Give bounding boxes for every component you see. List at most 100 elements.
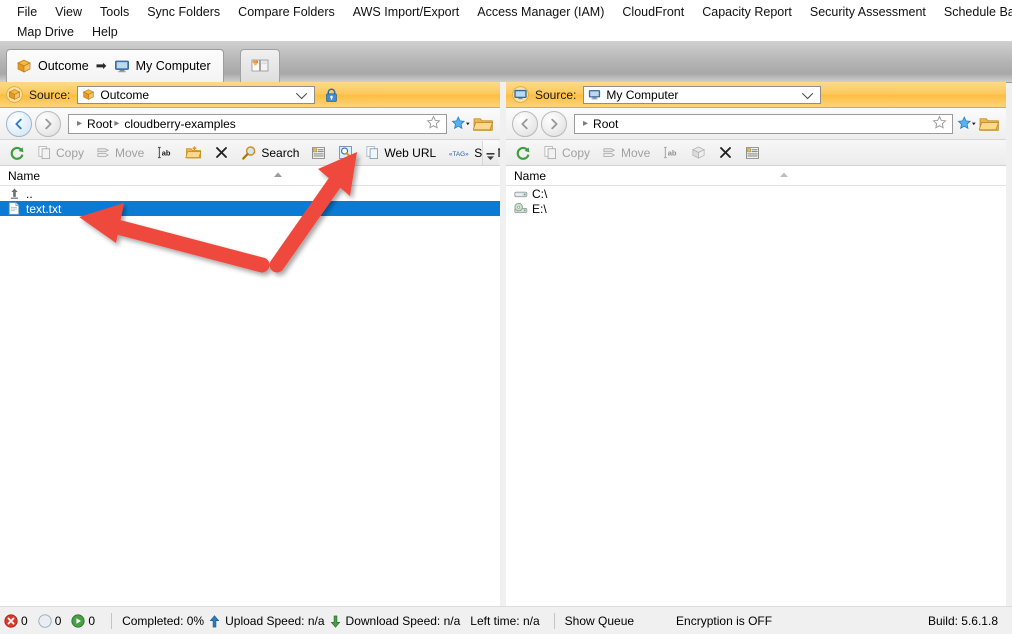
star-filled-icon: [957, 115, 976, 129]
refresh-icon: [10, 146, 24, 160]
status-pending[interactable]: 0: [38, 614, 68, 628]
left-favorites-button[interactable]: [451, 115, 471, 133]
new-tab-button[interactable]: [240, 49, 280, 82]
right-refresh-button[interactable]: [510, 141, 536, 164]
status-errors-count: 0: [21, 614, 28, 628]
status-upload-speed: Upload Speed: n/a: [225, 614, 325, 628]
status-encryption[interactable]: Encryption is OFF: [676, 614, 772, 628]
left-preview-button[interactable]: [333, 141, 358, 164]
list-item-label: ..: [26, 186, 33, 201]
properties-icon: [312, 146, 326, 159]
right-delete-button[interactable]: [713, 141, 738, 164]
back-arrow-icon: [15, 118, 22, 129]
list-item[interactable]: E:\: [506, 201, 1006, 216]
menu-item-capacity-report[interactable]: Capacity Report: [693, 3, 801, 22]
menu-item-view[interactable]: View: [46, 3, 91, 22]
left-address-bar: ▸ Root ▸ cloudberry-examples: [0, 108, 500, 140]
left-crumb-root[interactable]: Root: [87, 117, 112, 131]
bucket-icon: [16, 58, 32, 74]
move-icon: [97, 148, 109, 157]
left-search-button[interactable]: Search: [236, 141, 304, 164]
left-properties-button[interactable]: [306, 141, 331, 164]
right-copy-button[interactable]: Copy: [538, 141, 595, 164]
left-source-dropdown[interactable]: Outcome: [77, 85, 316, 104]
menu-item-cloudfront[interactable]: CloudFront: [613, 3, 693, 22]
left-column-name: Name: [8, 168, 41, 183]
left-move-button[interactable]: Move: [91, 141, 149, 164]
list-item-label: E:\: [532, 201, 547, 216]
right-back-button[interactable]: [512, 110, 538, 137]
menu-item-compare-folders[interactable]: Compare Folders: [229, 3, 344, 22]
left-refresh-button[interactable]: [4, 141, 30, 164]
star-filled-icon: [451, 115, 470, 129]
left-open-folder-button[interactable]: [473, 115, 494, 133]
left-list-header[interactable]: Name: [0, 166, 500, 186]
menu-row-1: File View Tools Sync Folders Compare Fol…: [0, 0, 1012, 22]
menu-item-sync-folders[interactable]: Sync Folders: [138, 3, 229, 22]
list-item-selected[interactable]: text.txt: [0, 201, 500, 216]
left-web-url-button[interactable]: Web URL: [360, 141, 441, 164]
list-item-label: C:\: [532, 186, 548, 201]
menu-item-help[interactable]: Help: [83, 23, 127, 42]
left-rename-button[interactable]: ab: [151, 141, 178, 164]
right-file-list[interactable]: C:\ E:\: [506, 186, 1006, 634]
lock-icon[interactable]: [324, 87, 339, 103]
show-queue-button[interactable]: Show Queue: [565, 614, 634, 628]
refresh-icon: [516, 146, 530, 160]
left-file-list[interactable]: .. text.txt: [0, 186, 500, 634]
hard-drive-icon: [514, 188, 530, 200]
status-completed: Completed: 0%: [122, 614, 205, 628]
right-rename-button[interactable]: ab: [657, 141, 684, 164]
status-errors[interactable]: 0: [4, 614, 34, 628]
right-move-button[interactable]: Move: [597, 141, 655, 164]
status-download-speed: Download Speed: n/a: [345, 614, 461, 628]
right-source-dropdown[interactable]: My Computer: [583, 85, 822, 104]
menu-item-map-drive[interactable]: Map Drive: [8, 23, 83, 42]
menu-bar: File View Tools Sync Folders Compare Fol…: [0, 0, 1012, 42]
left-web-url-label: Web URL: [384, 145, 437, 160]
menu-item-schedule-backup[interactable]: Schedule Backup: [935, 3, 1012, 22]
star-outline-icon[interactable]: [932, 114, 947, 133]
left-new-folder-button[interactable]: [180, 141, 207, 164]
right-list-header[interactable]: Name: [506, 166, 1006, 186]
rename-icon: ab: [664, 146, 677, 159]
tab-strip: Outcome ➡ My Computer: [0, 41, 1012, 83]
status-running-count: 0: [88, 614, 96, 628]
menu-item-aws-import-export[interactable]: AWS Import/Export: [344, 3, 469, 22]
new-folder-icon: [185, 146, 202, 159]
left-delete-button[interactable]: [209, 141, 234, 164]
left-search-label: Search: [261, 145, 300, 160]
right-favorites-button[interactable]: [957, 115, 977, 133]
right-toolbar: Copy Move ab: [506, 140, 1006, 166]
list-item[interactable]: ..: [0, 186, 500, 201]
tab-outcome-my-computer[interactable]: Outcome ➡ My Computer: [6, 49, 224, 82]
right-new-bucket-button[interactable]: [686, 141, 711, 164]
sort-ascending-icon: [778, 168, 790, 182]
list-item[interactable]: C:\: [506, 186, 1006, 201]
menu-item-tools[interactable]: Tools: [91, 3, 138, 22]
delete-icon: [720, 147, 732, 158]
web-url-icon: [366, 146, 379, 160]
left-forward-button[interactable]: [35, 110, 61, 137]
left-toolbar-overflow-button[interactable]: [482, 141, 498, 165]
star-outline-icon[interactable]: [426, 114, 441, 133]
status-left-time: Left time: n/a: [470, 614, 540, 628]
left-address-field[interactable]: ▸ Root ▸ cloudberry-examples: [68, 113, 447, 134]
download-arrow-icon: [330, 615, 341, 628]
menu-item-security-assessment[interactable]: Security Assessment: [801, 3, 935, 22]
left-crumb-folder[interactable]: cloudberry-examples: [124, 117, 235, 131]
status-running[interactable]: 0: [71, 614, 101, 628]
left-copy-button[interactable]: Copy: [32, 141, 89, 164]
up-folder-icon: [8, 187, 24, 200]
right-address-field[interactable]: ▸ Root: [574, 113, 953, 134]
computer-icon: [114, 58, 130, 74]
left-back-button[interactable]: [6, 110, 32, 137]
move-icon: [603, 148, 615, 157]
left-copy-label: Copy: [56, 145, 85, 160]
right-open-folder-button[interactable]: [979, 115, 1000, 133]
right-forward-button[interactable]: [541, 110, 567, 137]
right-crumb-root[interactable]: Root: [593, 117, 618, 131]
menu-item-file[interactable]: File: [8, 3, 46, 22]
right-properties-button[interactable]: [740, 141, 765, 164]
menu-item-access-manager[interactable]: Access Manager (IAM): [468, 3, 613, 22]
